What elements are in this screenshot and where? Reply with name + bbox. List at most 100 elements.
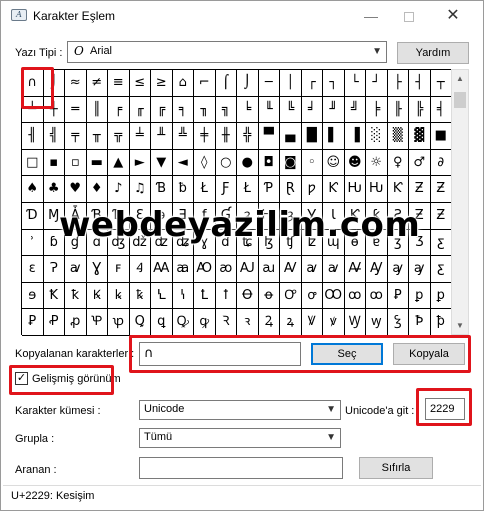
char-cell[interactable]: Ꝕ — [86, 309, 108, 336]
char-cell[interactable]: Ꝑ — [22, 309, 44, 336]
char-cell[interactable]: ♥ — [65, 176, 87, 203]
char-cell[interactable]: ≡ — [108, 70, 130, 97]
char-cell[interactable]: ╒ — [108, 96, 130, 124]
char-cell[interactable]: ┘ — [366, 70, 388, 97]
char-cell[interactable]: ꜵ — [215, 256, 237, 283]
char-cell[interactable]: Ꝑ — [387, 282, 409, 310]
char-cell[interactable]: ╬ — [237, 123, 259, 150]
char-cell[interactable]: ▀ — [258, 123, 280, 150]
char-cell[interactable]: ╦ — [108, 123, 130, 150]
char-cell[interactable]: ♂ — [409, 149, 431, 177]
char-cell[interactable]: │ — [280, 70, 302, 97]
close-button[interactable]: ✕ — [433, 1, 473, 31]
char-cell[interactable]: ꜳ — [172, 256, 194, 283]
char-cell[interactable]: ▪ — [43, 149, 65, 177]
char-cell[interactable]: ╠ — [409, 96, 431, 124]
char-cell[interactable]: ꝋ — [258, 282, 280, 310]
search-field[interactable] — [139, 457, 343, 479]
char-cell[interactable]: ꝏ — [344, 282, 366, 310]
char-cell[interactable]: ◘ — [258, 149, 280, 177]
char-cell[interactable]: ♪ — [108, 176, 130, 203]
char-cell[interactable]: ╨ — [151, 123, 173, 150]
font-dropdown[interactable]: O Arial ▼ — [67, 41, 387, 63]
scroll-up-icon[interactable]: ▲ — [452, 70, 468, 87]
char-cell[interactable]: Ꝏ — [323, 282, 345, 310]
char-cell[interactable]: Ƶ — [430, 203, 452, 230]
char-cell[interactable]: ◄ — [172, 149, 194, 177]
char-cell[interactable]: ╧ — [129, 123, 151, 150]
char-cell[interactable]: Ƒ — [215, 176, 237, 203]
char-cell[interactable]: ┌ — [301, 70, 323, 97]
char-cell[interactable]: Ꜹ — [280, 256, 302, 283]
char-cell[interactable]: Ł — [237, 176, 259, 203]
maximize-button[interactable] — [389, 1, 429, 31]
char-cell[interactable]: ꜽ — [409, 256, 431, 283]
char-cell[interactable]: □ — [22, 149, 44, 177]
char-cell[interactable]: Ꝁ — [43, 282, 65, 310]
char-cell[interactable]: ꝥ — [430, 309, 452, 336]
char-cell[interactable]: ╗ — [215, 96, 237, 124]
char-cell[interactable]: Ɂ — [43, 256, 65, 283]
char-cell[interactable]: Ł — [194, 176, 216, 203]
char-cell[interactable]: └ — [344, 70, 366, 97]
char-cell[interactable]: ╘ — [237, 96, 259, 124]
char-cell[interactable]: Ꜽ — [366, 256, 388, 283]
char-cell[interactable]: ⌂ — [172, 70, 194, 97]
char-cell[interactable]: ꝇ — [172, 282, 194, 310]
char-cell[interactable]: ꜰ — [108, 256, 130, 283]
char-cell[interactable]: ╙ — [258, 96, 280, 124]
char-cell[interactable]: ▐ — [344, 123, 366, 150]
char-cell[interactable]: ꜹ — [65, 256, 87, 283]
char-cell[interactable]: ◙ — [280, 149, 302, 177]
char-cell[interactable]: █ — [301, 123, 323, 150]
char-cell[interactable]: Ꝡ — [344, 309, 366, 336]
char-cell[interactable]: Ꝓ — [43, 309, 65, 336]
char-cell[interactable]: ├ — [387, 70, 409, 97]
char-cell[interactable]: ꝃ — [108, 282, 130, 310]
char-cell[interactable]: ƹ — [430, 229, 452, 257]
char-cell[interactable]: Ꝥ — [409, 309, 431, 336]
char-cell[interactable]: Ɓ — [151, 176, 173, 203]
char-cell[interactable]: ▒ — [387, 123, 409, 150]
char-cell[interactable]: Ꝛ — [215, 309, 237, 336]
char-cell[interactable]: ƿ — [301, 176, 323, 203]
char-cell[interactable]: ꝙ — [194, 309, 216, 336]
char-cell[interactable]: ☻ — [344, 149, 366, 177]
char-cell[interactable]: ╡ — [430, 96, 452, 124]
char-cell[interactable]: ⌡ — [237, 70, 259, 97]
char-cell[interactable]: ▄ — [280, 123, 302, 150]
char-cell[interactable]: Ꜵ — [194, 256, 216, 283]
char-cell[interactable]: ꝗ — [151, 309, 173, 336]
char-cell[interactable]: Ꝟ — [301, 309, 323, 336]
char-cell[interactable]: ꜹ — [301, 256, 323, 283]
char-cell[interactable]: ▫ — [65, 149, 87, 177]
char-cell[interactable]: Ꜭ — [129, 256, 151, 283]
char-cell[interactable]: ░ — [366, 123, 388, 150]
char-cell[interactable]: ꝑ — [430, 282, 452, 310]
char-cell[interactable]: Ƶ — [430, 176, 452, 203]
char-cell[interactable]: ƀ — [172, 176, 194, 203]
scroll-thumb[interactable] — [454, 92, 466, 108]
char-cell[interactable]: Ꝙ — [172, 309, 194, 336]
char-cell[interactable]: Ꜳ — [151, 256, 173, 283]
char-cell[interactable]: ʾ — [22, 229, 44, 257]
char-cell[interactable]: ♦ — [86, 176, 108, 203]
char-cell[interactable]: ─ — [258, 70, 280, 97]
char-cell[interactable]: Ꝝ — [258, 309, 280, 336]
char-cell[interactable]: ╔ — [151, 96, 173, 124]
char-cell[interactable]: ╓ — [129, 96, 151, 124]
char-cell[interactable]: ≥ — [151, 70, 173, 97]
char-cell[interactable]: Ƶ — [409, 176, 431, 203]
char-cell[interactable]: ╛ — [301, 96, 323, 124]
char-cell[interactable]: Ƥ — [258, 176, 280, 203]
char-cell[interactable]: Ꝗ — [129, 309, 151, 336]
char-cell[interactable]: ⌠ — [215, 70, 237, 97]
char-cell[interactable]: ═ — [65, 96, 87, 124]
char-cell[interactable]: Ꝉ — [194, 282, 216, 310]
char-cell[interactable]: ꝓ — [65, 309, 87, 336]
char-cell[interactable]: ♀ — [387, 149, 409, 177]
grid-scrollbar[interactable]: ▲ ▼ — [451, 69, 469, 335]
charset-dropdown[interactable]: Unicode ▼ — [139, 400, 341, 420]
char-cell[interactable]: ○ — [215, 149, 237, 177]
char-cell[interactable]: ► — [129, 149, 151, 177]
